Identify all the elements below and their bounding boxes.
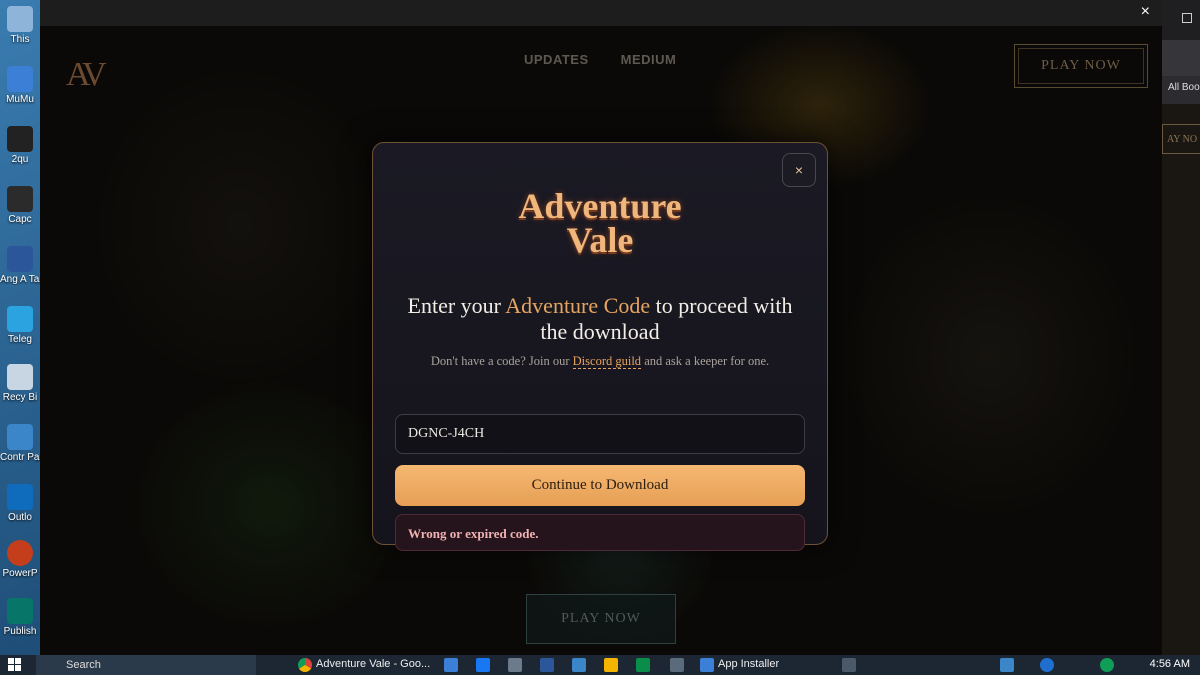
modal-heading: Enter your Adventure Code to proceed wit…	[393, 293, 807, 345]
browser-window-behind: All Boo AY NO	[1162, 0, 1200, 655]
desktop-icon-capcut[interactable]: Capc	[0, 184, 40, 242]
capcut-icon	[7, 186, 33, 212]
adventure-code-modal: × Adventure Vale Enter your Adventure Co…	[372, 142, 828, 551]
tiktok-icon	[7, 126, 33, 152]
mumu-icon	[7, 66, 33, 92]
desktop-icon-word-doc[interactable]: Ang A Talam	[0, 244, 40, 302]
close-icon[interactable]: ×	[1141, 4, 1150, 20]
browser-page	[1162, 104, 1200, 655]
logo-line-1: Adventure	[518, 186, 682, 226]
heading-accent: Adventure Code	[505, 293, 651, 318]
desktop-icon-2qu[interactable]: 2qu	[0, 124, 40, 182]
subtext-post: and ask a keeper for one.	[641, 354, 770, 368]
desktop-icon-label: Publish	[3, 626, 37, 637]
taskbar-app-icon[interactable]	[572, 658, 586, 672]
windows-start-icon[interactable]	[8, 658, 22, 672]
taskbar-app-icon[interactable]	[636, 658, 650, 672]
recycle-bin-icon	[7, 364, 33, 390]
nav-medium[interactable]: MEDIUM	[621, 52, 677, 67]
desktop-icon-label: PowerP	[2, 568, 38, 579]
taskbar-app-installer[interactable]: App Installer	[698, 655, 779, 675]
site-nav: UPDATES MEDIUM	[524, 52, 676, 67]
subtext-pre: Don't have a code? Join our	[430, 354, 573, 368]
tray-icon[interactable]	[1100, 658, 1114, 672]
desktop-icon-control-panel[interactable]: Contr Pane	[0, 422, 40, 480]
desktop-icon-this-pc[interactable]: This	[0, 4, 40, 62]
desktop-icon-label: Contr Pane	[0, 452, 40, 463]
discord-guild-link[interactable]: Discord guild	[572, 354, 642, 369]
desktop-icon-mumu[interactable]: MuMu	[0, 64, 40, 122]
play-now-hero-button[interactable]: PLAY NOW	[526, 594, 676, 644]
telegram-icon	[7, 306, 33, 332]
desktop-icon-powerpoint[interactable]: PowerP	[0, 538, 40, 596]
close-icon: ×	[794, 162, 804, 178]
tray-icon[interactable]	[1040, 658, 1054, 672]
modal-close-button[interactable]: ×	[782, 153, 816, 187]
desktop-icon-label: MuMu	[6, 94, 34, 105]
desktop-icon-label: 2qu	[11, 154, 29, 165]
site-logo[interactable]: AV	[66, 56, 107, 94]
browser-toolbar	[1162, 40, 1200, 76]
desktop-icon-publisher[interactable]: Publish	[0, 596, 40, 654]
nav-updates[interactable]: UPDATES	[524, 52, 589, 67]
taskbar-app-icon[interactable]	[842, 658, 856, 672]
heading-text-pre: Enter your	[407, 293, 506, 318]
logo-line-2: Vale	[566, 220, 634, 260]
continue-to-download-button[interactable]: Continue to Download	[395, 465, 805, 506]
taskbar-clock[interactable]: 4:56 AM	[1150, 658, 1190, 670]
overlay-titlebar: ×	[40, 0, 1162, 26]
computer-icon	[7, 6, 33, 32]
chrome-icon	[298, 658, 312, 672]
adventure-code-input[interactable]	[395, 414, 805, 454]
desktop-icon-telegram[interactable]: Teleg	[0, 304, 40, 362]
taskbar-app-icon[interactable]	[508, 658, 522, 672]
facebook-icon[interactable]	[476, 658, 490, 672]
taskbar-search[interactable]: Search	[36, 655, 256, 675]
taskbar-chrome-window[interactable]: Adventure Vale - Goo...	[296, 655, 430, 675]
desktop-icon-outlook[interactable]: Outlo	[0, 482, 40, 540]
taskbar-app-icon[interactable]	[444, 658, 458, 672]
desktop-icon-label: This	[10, 34, 30, 45]
publisher-icon	[7, 598, 33, 624]
bookmarks-bar[interactable]: All Boo	[1162, 76, 1200, 104]
taskbar-item-label: Adventure Vale - Goo...	[316, 658, 431, 670]
maximize-icon[interactable]	[1182, 13, 1192, 23]
desktop-icon-label: Teleg	[8, 334, 32, 345]
modal-subtext: Don't have a code? Join our Discord guil…	[383, 354, 817, 369]
tray-icon[interactable]	[1000, 658, 1014, 672]
powerpoint-icon	[7, 540, 33, 566]
taskbar: Search Adventure Vale - Goo... App Insta…	[0, 655, 1200, 675]
control-panel-icon	[7, 424, 33, 450]
desktop-icon-label: Outlo	[8, 512, 32, 523]
browser-page-play-button[interactable]: AY NO	[1162, 124, 1200, 154]
app-installer-icon	[700, 658, 714, 672]
outlook-icon	[7, 484, 33, 510]
error-message: Wrong or expired code.	[395, 514, 805, 551]
play-now-header-button[interactable]: PLAY NOW	[1014, 44, 1148, 88]
desktop-icon-label: Recy Bi	[2, 392, 38, 403]
desktop-icon-label: Capc	[8, 214, 32, 225]
desktop-icon-recycle-bin[interactable]: Recy Bi	[0, 362, 40, 420]
taskbar-app-icon[interactable]	[604, 658, 618, 672]
word-icon	[7, 246, 33, 272]
desktop-icon-label: Ang A Talam	[0, 274, 40, 285]
taskbar-app-icon[interactable]	[670, 658, 684, 672]
word-icon[interactable]	[540, 658, 554, 672]
adventure-vale-logo: Adventure Vale	[373, 186, 827, 260]
browser-tabbar	[1162, 0, 1200, 40]
taskbar-item-label: App Installer	[718, 658, 780, 670]
app-window: AV UPDATES MEDIUM PLAY NOW PLAY NOW × Ad…	[40, 26, 1162, 658]
